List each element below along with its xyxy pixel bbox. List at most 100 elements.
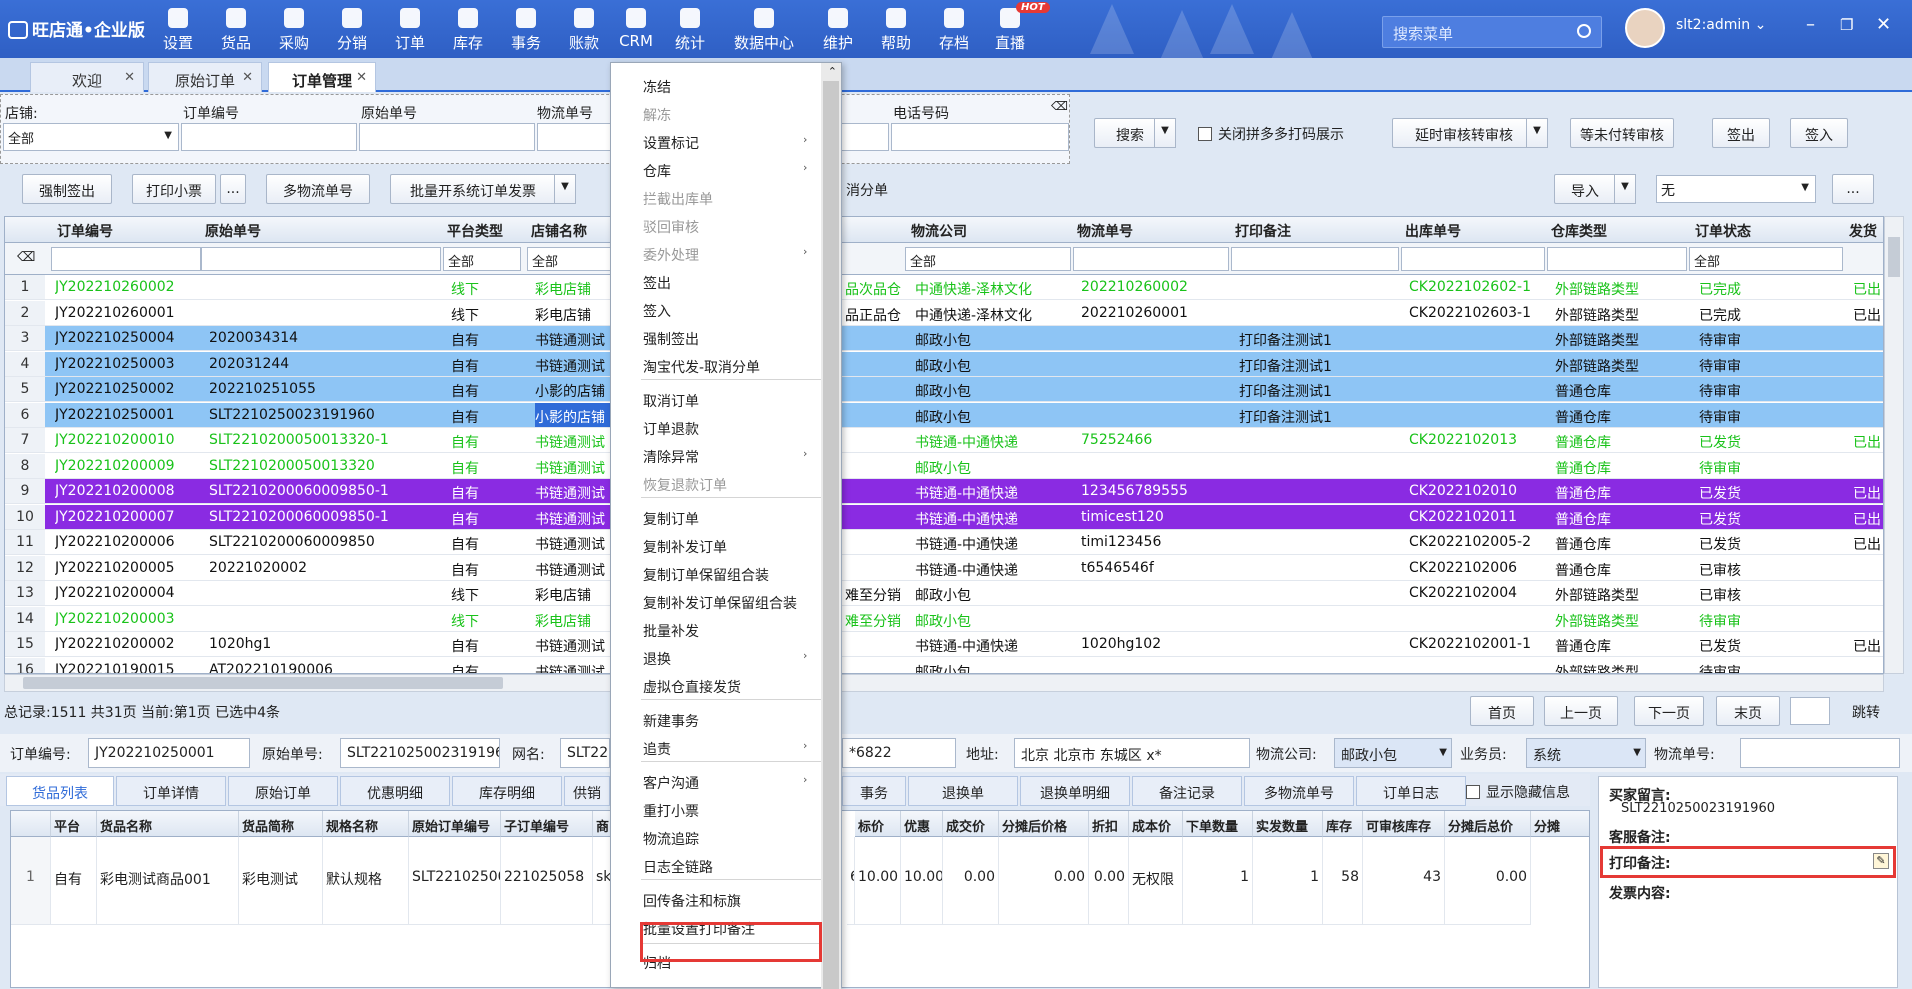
page-number-input[interactable] bbox=[1790, 697, 1830, 725]
table-row[interactable]: 5 JY202210250002 202210251055 自有 小影的店铺 邮政小包 打印… bbox=[5, 377, 1883, 402]
scroll-thumb[interactable] bbox=[23, 677, 503, 689]
menu-search-input[interactable]: 搜索菜单 bbox=[1382, 16, 1602, 48]
col-rebate[interactable]: 折扣 bbox=[1089, 811, 1129, 837]
table-row[interactable]: 4 JY202210250003 202031244 自有 书链通测试 邮政小包 打印备注测… bbox=[5, 351, 1883, 377]
col-allocate[interactable]: 分摊 bbox=[1531, 811, 1589, 837]
filter-logistics-no[interactable] bbox=[1073, 247, 1229, 271]
col-platform[interactable]: 平台类型 bbox=[447, 221, 503, 241]
import-button[interactable]: 导入 bbox=[1554, 174, 1616, 204]
table-row[interactable]: 7 JY202210200010 SLT2210200050013320-1 自有 书链… bbox=[5, 428, 1883, 453]
invoice-dropdown[interactable]: ▼ bbox=[554, 174, 576, 204]
nav-accounts[interactable]: 账款 bbox=[556, 4, 612, 53]
col-shop[interactable]: 店铺名称 bbox=[531, 221, 587, 241]
nav-inventory[interactable]: 库存 bbox=[440, 4, 496, 53]
minimize-icon[interactable]: – bbox=[1806, 14, 1815, 35]
first-page-button[interactable]: 首页 bbox=[1470, 696, 1534, 726]
col-order-no[interactable]: 订单编号 bbox=[57, 221, 113, 241]
menu-item[interactable]: 虚拟仓直接发货 bbox=[643, 677, 741, 697]
col-shipped-qty[interactable]: 实发数量 bbox=[1253, 811, 1323, 837]
close-icon[interactable]: ✕ bbox=[124, 70, 135, 85]
col-sub-order-no[interactable]: 子订单编号 bbox=[501, 811, 593, 837]
col-raw-no[interactable]: 原始单号 bbox=[205, 221, 261, 241]
logistics-no-value[interactable] bbox=[1740, 738, 1900, 768]
menu-item[interactable]: 新建事务 bbox=[643, 711, 699, 731]
nav-orders[interactable]: 订单 bbox=[382, 4, 438, 53]
filter-print-note[interactable] bbox=[1231, 247, 1399, 271]
order-no-input[interactable] bbox=[181, 123, 357, 151]
raw-no-value[interactable]: SLT2210250023191960 bbox=[340, 738, 500, 768]
nav-archive[interactable]: 存档 bbox=[926, 4, 982, 53]
tab-remark-record[interactable]: 备注记录 bbox=[1132, 776, 1242, 806]
filter-shop[interactable]: 全部 bbox=[527, 247, 617, 271]
col-discount[interactable]: 优惠 bbox=[901, 811, 943, 837]
multi-logistics-button[interactable]: 多物流单号 bbox=[266, 174, 370, 204]
nav-settings[interactable]: 设置 bbox=[150, 4, 206, 53]
tab-welcome[interactable]: 欢迎 ✕ bbox=[30, 62, 144, 92]
order-no-value[interactable]: JY202210250001 bbox=[88, 738, 250, 768]
col-logistics[interactable]: 物流公司 bbox=[911, 221, 967, 241]
delay-dropdown[interactable]: ▼ bbox=[1526, 118, 1548, 148]
tab-multi-logistics[interactable]: 多物流单号 bbox=[1244, 776, 1354, 806]
col-goods-short[interactable]: 货品简称 bbox=[239, 811, 323, 837]
menu-item[interactable]: 复制订单 bbox=[643, 509, 699, 529]
nav-stats[interactable]: 统计 bbox=[662, 4, 718, 53]
delay-audit-button[interactable]: 延时审核转审核 bbox=[1392, 118, 1536, 148]
restore-icon[interactable]: ❐ bbox=[1840, 16, 1853, 34]
next-page-button[interactable]: 下一页 bbox=[1634, 696, 1704, 726]
table-row[interactable]: 14 JY202210200003 线下 彩电店铺 难至分销 邮政小包 外部链路类型 待审审 bbox=[5, 606, 1883, 632]
table-row[interactable]: 11 JY202210200006 SLT2210200060009850 自有 书链通… bbox=[5, 530, 1883, 555]
force-checkout-button[interactable]: 强制签出 bbox=[22, 174, 112, 204]
eraser-icon[interactable]: ⌫ bbox=[13, 247, 39, 271]
checkout-button[interactable]: 签出 bbox=[1712, 118, 1770, 148]
search-icon[interactable] bbox=[1577, 24, 1591, 38]
phone-value[interactable]: *6822 bbox=[842, 738, 956, 768]
col-platform[interactable]: 平台 bbox=[51, 811, 97, 837]
table-row[interactable]: 12 JY202210200005 20221020002 自有 书链通测试 书链通-中通… bbox=[5, 555, 1883, 581]
menu-item[interactable]: 复制补发订单保留组合装 bbox=[643, 593, 797, 613]
col-allocated-total[interactable]: 分摊后总价 bbox=[1445, 811, 1531, 837]
menu-item[interactable]: 物流追踪 bbox=[643, 829, 699, 849]
menu-item[interactable]: 复制订单保留组合装 bbox=[643, 565, 769, 585]
last-page-button[interactable]: 末页 bbox=[1716, 696, 1780, 726]
table-row[interactable]: 6 JY202210250001 SLT2210250023191960 自有 小影的店… bbox=[5, 402, 1883, 428]
nav-help[interactable]: 帮助 bbox=[868, 4, 924, 53]
menu-item[interactable]: 重打小票 bbox=[643, 801, 699, 821]
tab-order-management[interactable]: 订单管理 ✕ bbox=[268, 62, 376, 92]
table-row[interactable]: 2 JY202210260001 线下 彩电店铺 品正品仓 中通快递-泽林文化 202210… bbox=[5, 300, 1883, 326]
user-menu[interactable]: slt2:admin ⌄ bbox=[1676, 17, 1766, 33]
extra-input[interactable] bbox=[841, 123, 889, 151]
table-row[interactable]: 16 JY202210190015 AT202210190006 自有 书链通测试 邮政小… bbox=[5, 657, 1883, 673]
scroll-thumb[interactable] bbox=[1888, 237, 1900, 277]
filter-warehouse-type[interactable] bbox=[1547, 247, 1687, 271]
tab-return-detail[interactable]: 退换单明细 bbox=[1020, 776, 1130, 806]
tab-affairs[interactable]: 事务 bbox=[842, 776, 906, 806]
print-more-button[interactable]: ... bbox=[220, 174, 246, 204]
address-value[interactable]: 北京 北京市 东城区 x* bbox=[1014, 738, 1250, 768]
col-allocated-price[interactable]: 分摊后价格 bbox=[999, 811, 1089, 837]
col-deal-price[interactable]: 成交价 bbox=[943, 811, 999, 837]
tab-return[interactable]: 退换单 bbox=[908, 776, 1018, 806]
menu-item[interactable]: 签出 bbox=[643, 273, 671, 293]
menu-scrollbar[interactable] bbox=[821, 63, 841, 989]
import-dropdown[interactable]: ▼ bbox=[1614, 174, 1636, 204]
jump-button[interactable]: 跳转 bbox=[1840, 696, 1892, 726]
scroll-thumb[interactable] bbox=[823, 81, 839, 989]
tab-stock-detail[interactable]: 库存明细 bbox=[452, 776, 562, 806]
raw-no-input[interactable] bbox=[359, 123, 535, 151]
batch-invoice-button[interactable]: 批量开系统订单发票 bbox=[390, 174, 556, 204]
nav-affairs[interactable]: 事务 bbox=[498, 4, 554, 53]
nav-maintenance[interactable]: 维护 bbox=[810, 4, 866, 53]
nav-purchase[interactable]: 采购 bbox=[266, 4, 322, 53]
filter-logistics[interactable]: 全部 bbox=[905, 247, 1071, 271]
nav-goods[interactable]: 货品 bbox=[208, 4, 264, 53]
checkbox[interactable] bbox=[1466, 785, 1480, 799]
col-print-note[interactable]: 打印备注 bbox=[1235, 221, 1291, 241]
filter-platform[interactable]: 全部 bbox=[443, 247, 521, 271]
menu-item[interactable]: 复制补发订单 bbox=[643, 537, 727, 557]
menu-item[interactable]: 清除异常 › bbox=[643, 447, 807, 467]
horizontal-scrollbar[interactable] bbox=[4, 674, 1884, 692]
tab-raw-orders[interactable]: 原始订单 ✕ bbox=[148, 62, 262, 92]
prev-page-button[interactable]: 上一页 bbox=[1544, 696, 1618, 726]
menu-item[interactable]: 订单退款 bbox=[643, 419, 699, 439]
checkin-button[interactable]: 签入 bbox=[1790, 118, 1848, 148]
